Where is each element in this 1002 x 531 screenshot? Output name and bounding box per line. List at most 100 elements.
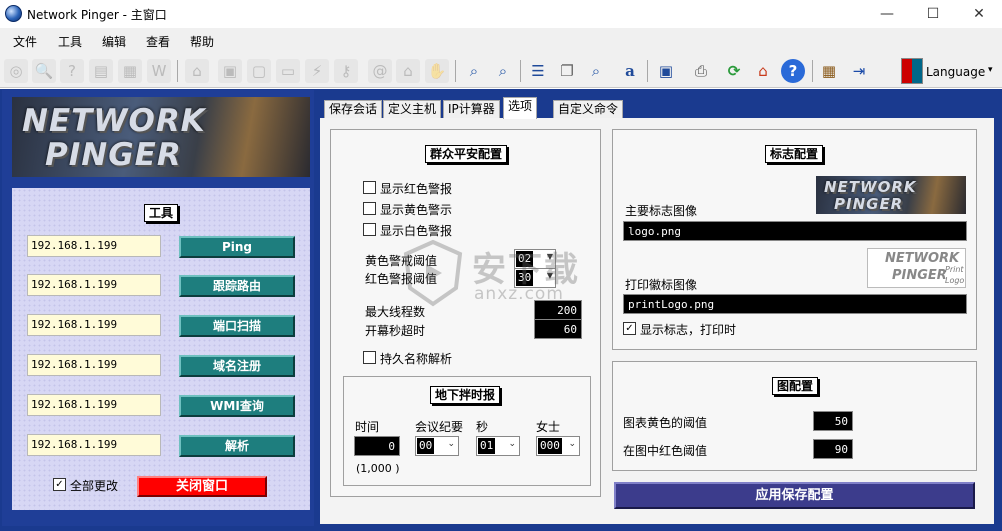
document-icon[interactable]: ▤ [89,59,113,83]
window-title: Network Pinger - 主窗口 [27,8,167,22]
help-icon[interactable]: ? [781,59,805,83]
monitor-icon[interactable]: ▢ [247,59,271,83]
chevron-down-icon[interactable]: ▾ [988,65,993,75]
meeting-label: 会议纪要 [415,420,464,434]
save-icon[interactable]: ▣ [654,59,678,83]
apply-save-config-button[interactable]: 应用保存配置 [614,482,975,509]
ip-field-wmi[interactable]: 192.168.1.199 [27,394,161,416]
print-word: Print [945,265,964,274]
find-icon[interactable]: ⌕ [584,59,608,83]
tools-title: 工具 [144,204,179,222]
timer-title: 地下拌时报 [430,386,501,404]
all-changes-checkbox[interactable]: ✓ [53,478,66,491]
menu-help[interactable]: 帮助 [190,33,214,50]
plug-icon[interactable]: ⚡ [305,59,329,83]
main-logo-preview: NETWORK PINGER [816,176,966,214]
logo-text-line1: NETWORK [22,103,206,139]
tab-save-session[interactable]: 保存会话 [324,100,383,118]
print-icon[interactable]: ⎙ [689,59,713,83]
timeout-label: 开幕秒超时 [365,324,426,338]
menu-file[interactable]: 文件 [13,33,37,50]
timeout-field[interactable]: 60 [534,319,582,339]
network-icon[interactable]: ⌂ [185,59,209,83]
tab-custom-commands[interactable]: 自定义命令 [553,100,624,118]
language-selector[interactable]: Language [926,65,985,79]
grid-icon[interactable]: ▦ [118,59,142,83]
computer-icon[interactable]: ▣ [218,59,242,83]
menu-view[interactable]: 查看 [146,33,170,50]
lady-value: 000 [538,438,562,454]
exit-icon[interactable]: ⇥ [847,59,871,83]
globe-search-icon[interactable]: 🔍 [32,59,56,83]
menu-tools[interactable]: 工具 [58,33,82,50]
stack-icon[interactable]: ☰ [526,59,550,83]
alert-config-title: 群众平安配置 [425,145,508,163]
chart-config-title: 图配置 [772,377,819,395]
lady-dropdown[interactable]: 000 ⌄ [536,436,580,456]
time-label: 时间 [355,420,380,434]
monitor-icon[interactable]: ▭ [276,59,300,83]
bank-icon[interactable]: ⌂ [396,59,420,83]
resolve-button[interactable]: 解析 [179,435,295,457]
menu-edit[interactable]: 编辑 [102,33,126,50]
at-sign-icon[interactable]: @ [368,59,392,83]
copy-icon[interactable]: ❐ [555,59,579,83]
toolbar-separator [520,60,521,82]
flags-icon[interactable] [901,58,923,84]
persist-resolve-checkbox[interactable] [363,351,376,364]
tab-options[interactable]: 选项 [503,97,538,119]
chart-yellow-field[interactable]: 50 [813,411,853,431]
whois-button[interactable]: 域名注册 [179,355,295,377]
close-window-button[interactable]: ✕ [956,0,1002,28]
font-icon[interactable]: a [618,59,642,83]
tab-ip-calculator[interactable]: IP计算器 [443,100,500,118]
magnifier-up-icon[interactable]: ⌕ [462,59,486,83]
chevron-down-icon: ⌄ [508,439,516,449]
wmi-query-button[interactable]: WMI查询 [179,395,295,417]
ping-button[interactable]: Ping [179,236,295,258]
show-red-label: 显示红色警报 [380,182,453,196]
magnifier-down-icon[interactable]: ⌕ [491,59,515,83]
show-red-checkbox[interactable] [363,181,376,194]
key-icon[interactable]: ⚷ [334,59,358,83]
ip-field-trace[interactable]: 192.168.1.199 [27,274,161,296]
time-field[interactable]: 0 [354,436,400,456]
logo-preview-line2: PINGER [834,195,904,213]
ip-field-whois[interactable]: 192.168.1.199 [27,354,161,376]
refresh-icon[interactable]: ⟳ [722,59,746,83]
whois-icon[interactable]: ? [60,59,84,83]
wmi-icon[interactable]: W [147,59,171,83]
print-logo-field[interactable]: printLogo.png [623,294,967,314]
home-icon[interactable]: ⌂ [751,59,775,83]
keyboard-icon[interactable]: ▦ [817,59,841,83]
ip-field-portscan[interactable]: 192.168.1.199 [27,314,161,336]
logo-config-title: 标志配置 [765,145,824,163]
seconds-dropdown[interactable]: 01 ⌄ [476,436,520,456]
traceroute-button[interactable]: 跟踪路由 [179,275,295,297]
ip-field-ping[interactable]: 192.168.1.199 [27,235,161,257]
toolbar-separator [177,60,178,82]
minimize-button[interactable]: — [864,0,910,28]
show-yellow-checkbox[interactable] [363,202,376,215]
meeting-value: 00 [417,438,435,454]
lady-label: 女士 [536,420,561,434]
shield-icon [403,239,463,307]
close-window-action-button[interactable]: 关闭窗口 [137,476,267,497]
logo-banner: NETWORK PINGER [12,97,310,177]
ip-field-resolve[interactable]: 192.168.1.199 [27,434,161,456]
hand-icon[interactable]: ✋ [425,59,449,83]
show-logo-print-checkbox[interactable]: ✓ [623,322,636,335]
chart-red-field[interactable]: 90 [813,439,853,459]
show-white-checkbox[interactable] [363,223,376,236]
meeting-dropdown[interactable]: 00 ⌄ [415,436,459,456]
tab-define-hosts[interactable]: 定义主机 [383,100,442,118]
main-logo-field[interactable]: logo.png [623,221,967,241]
seconds-value: 01 [478,438,496,454]
seconds-label: 秒 [476,420,489,434]
port-scan-button[interactable]: 端口扫描 [179,315,295,337]
logo-word: Logo [945,276,965,285]
maximize-button[interactable]: ☐ [910,0,956,28]
print-logo-line2: PINGER [892,268,947,283]
target-icon[interactable]: ◎ [4,59,28,83]
watermark-en: anxz.com [474,284,564,304]
